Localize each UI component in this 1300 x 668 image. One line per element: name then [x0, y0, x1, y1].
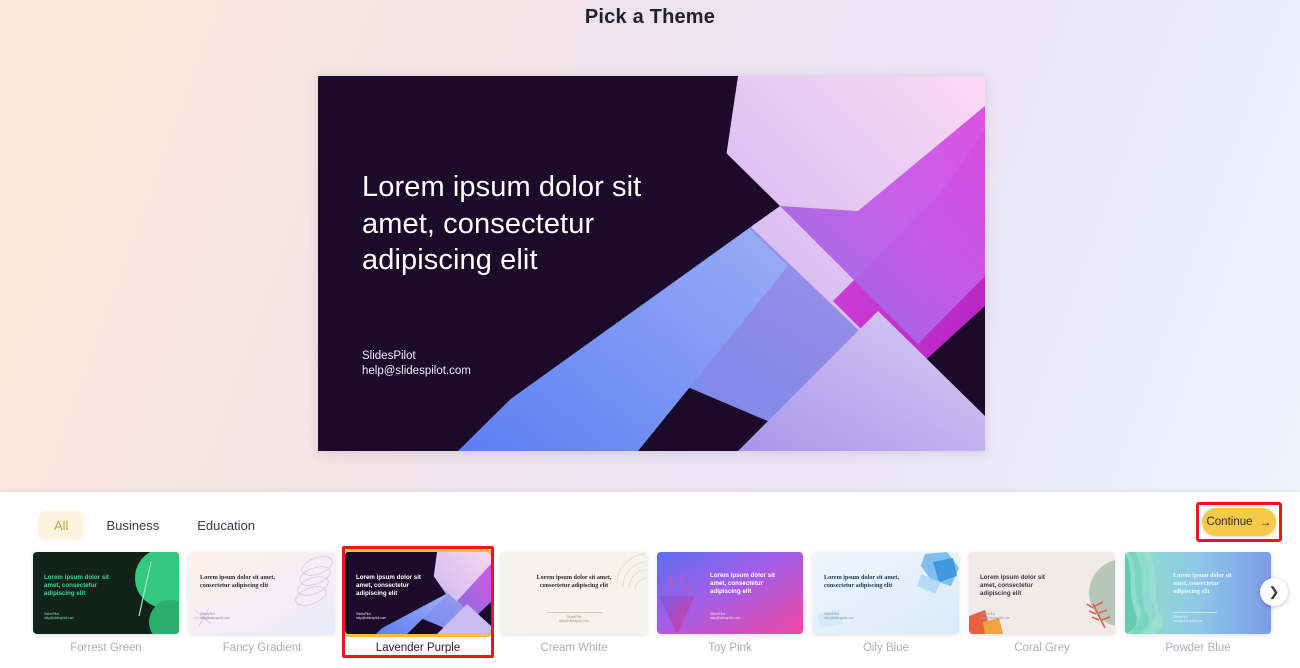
theme-card-label: Coral Grey: [1014, 642, 1070, 654]
theme-browser-panel: All Business Education Continue → Lorem …: [0, 492, 1300, 668]
tab-education[interactable]: Education: [181, 511, 271, 540]
thumb-title: Lorem ipsum dolor sit amet, consectetur …: [1173, 572, 1232, 596]
thumb-email: help@slidespilot.com: [1173, 619, 1204, 624]
theme-thumbnail-image: Lorem ipsum dolor sit amet, consectetur …: [657, 552, 803, 634]
theme-card-label: Cream White: [540, 642, 608, 654]
thumb-email: help@slidespilot.com: [558, 619, 590, 624]
thumb-title: Lorem ipsum dolor sit amet, consectetur …: [44, 574, 109, 598]
thumb-email: help@slidespilot.com: [200, 616, 231, 621]
thumb-title: Lorem ipsum dolor sit amet, consectetur …: [356, 574, 421, 598]
preview-slide-title: Lorem ipsum dolor sit amet, consectetur …: [362, 171, 642, 277]
theme-thumbnail-image: Lorem ipsum dolor sit amet, consectetur …: [969, 552, 1115, 634]
thumb-footer: SlidesPilot help@slidespilot.com: [824, 612, 854, 621]
theme-thumbnail-image: Lorem ipsum dolor sit amet, consectetur …: [345, 552, 491, 634]
thumb-title: Lorem ipsum dolor sit amet, consectetur …: [980, 574, 1045, 598]
category-filter-tabs: All Business Education: [38, 511, 271, 540]
continue-button-highlight: Continue →: [1196, 502, 1282, 542]
thumb-footer: SlidesPilot help@slidespilot.com: [200, 612, 230, 621]
thumb-footer: SlidesPilot help@slidespilot.com: [980, 612, 1010, 621]
theme-thumbnail-strip: Lorem ipsum dolor sit amet, consectetur …: [0, 546, 1300, 662]
theme-thumbnail-image: Lorem ipsum dolor sit amet, consectetur …: [1125, 552, 1271, 634]
fancy-gradient-graphic: [189, 552, 335, 634]
preview-slide-footer: SlidesPilot help@slidespilot.com: [362, 349, 471, 380]
theme-card-coral-grey[interactable]: Lorem ipsum dolor sit amet, consectetur …: [969, 552, 1115, 654]
theme-card-cream-white[interactable]: Lorem ipsum dolor sit amet, consectetur …: [501, 552, 647, 654]
theme-card-label: Lavender Purple: [375, 642, 461, 654]
continue-button-label: Continue: [1206, 516, 1253, 528]
thumb-footer: SlidesPilot help@slidespilot.com: [44, 612, 74, 621]
arrow-right-icon: →: [1259, 515, 1272, 529]
theme-preview-slide: Lorem ipsum dolor sit amet, consectetur …: [318, 76, 985, 451]
theme-card-label: Oily Blue: [862, 642, 910, 654]
theme-thumbnail-image: Lorem ipsum dolor sit amet, consectetur …: [813, 552, 959, 634]
thumb-title: Lorem ipsum dolor sit amet, consectetur …: [536, 574, 612, 590]
continue-button[interactable]: Continue →: [1202, 508, 1276, 536]
theme-card-powder-blue[interactable]: Lorem ipsum dolor sit amet, consectetur …: [1125, 552, 1271, 654]
thumb-footer: SlidesPilot help@slidespilot.com: [546, 612, 602, 624]
preview-brand: SlidesPilot: [362, 350, 416, 362]
theme-picker-screen: Pick a Theme Lorem ipsum dolor sit amet,…: [0, 0, 1300, 668]
oily-blue-graphic: [813, 552, 959, 634]
thumb-footer: SlidesPilot help@slidespilot.com: [356, 612, 386, 621]
thumb-title: Lorem ipsum dolor sit amet, consectetur …: [200, 574, 275, 590]
theme-thumbnail-image: Lorem ipsum dolor sit amet, consectetur …: [501, 552, 647, 634]
thumb-email: help@slidespilot.com: [980, 616, 1011, 621]
thumb-footer: SlidesPilot help@slidespilot.com: [710, 612, 740, 621]
tab-all[interactable]: All: [38, 511, 85, 540]
thumb-email: help@slidespilot.com: [824, 616, 855, 621]
tab-business[interactable]: Business: [90, 511, 175, 540]
theme-card-lavender-purple[interactable]: Lorem ipsum dolor sit amet, consectetur …: [345, 552, 491, 654]
theme-card-label: Fancy Gradient: [222, 642, 302, 654]
preview-email: help@slidespilot.com: [362, 365, 471, 378]
thumb-title: Lorem ipsum dolor sit amet, consectetur …: [710, 572, 775, 596]
thumb-footer: SlidesPilot help@slidespilot.com: [1173, 612, 1217, 624]
thumb-email: help@slidespilot.com: [44, 616, 75, 621]
thumb-title: Lorem ipsum dolor sit amet, consectetur …: [824, 574, 899, 590]
thumb-email: help@slidespilot.com: [710, 616, 741, 621]
theme-card-toy-pink[interactable]: Lorem ipsum dolor sit amet, consectetur …: [657, 552, 803, 654]
theme-thumbnail-image: Lorem ipsum dolor sit amet, consectetur …: [33, 552, 179, 634]
theme-card-forrest-green[interactable]: Lorem ipsum dolor sit amet, consectetur …: [33, 552, 179, 654]
theme-card-fancy-gradient[interactable]: Lorem ipsum dolor sit amet, consectetur …: [189, 552, 335, 654]
page-title: Pick a Theme: [584, 6, 716, 28]
theme-card-label: Toy Pink: [708, 642, 752, 654]
theme-thumbnail-image: Lorem ipsum dolor sit amet, consectetur …: [189, 552, 335, 634]
thumb-email: help@slidespilot.com: [356, 616, 387, 621]
theme-card-label: Powder Blue: [1165, 642, 1231, 654]
theme-card-oily-blue[interactable]: Lorem ipsum dolor sit amet, consectetur …: [813, 552, 959, 654]
chevron-right-icon: ❯: [1268, 584, 1280, 599]
theme-card-label: Forrest Green: [70, 642, 142, 654]
next-themes-button[interactable]: ❯: [1260, 578, 1288, 606]
